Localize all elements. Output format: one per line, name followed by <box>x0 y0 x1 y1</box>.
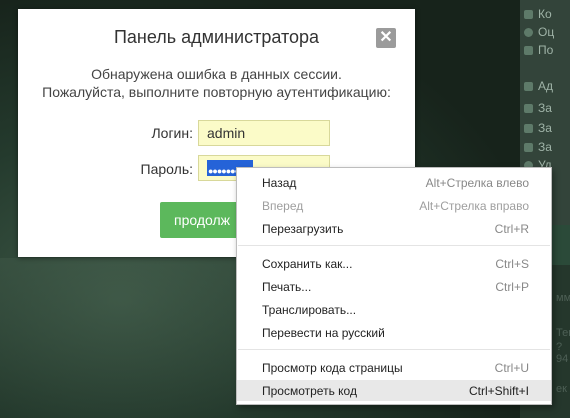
menu-item-back[interactable]: Назад Alt+Стрелка влево <box>237 172 551 193</box>
sidebar-item-6: За <box>524 119 552 137</box>
background-text-fragment: ?94 <box>556 341 569 365</box>
menu-item-shortcut: Ctrl+Shift+I <box>468 384 529 398</box>
background-text-fragment: ек <box>556 383 567 395</box>
login-field[interactable]: admin <box>198 120 330 146</box>
menu-separator <box>238 349 550 350</box>
modal-title: Панель администратора <box>113 27 320 47</box>
menu-item-label: Печать... <box>262 280 312 294</box>
menu-item-view-source[interactable]: Просмотр кода страницы Ctrl+U <box>237 357 551 378</box>
menu-item-label: Просмотр кода страницы <box>262 361 403 375</box>
lock-icon <box>524 142 533 152</box>
menu-item-print[interactable]: Печать... Ctrl+P <box>237 276 551 297</box>
context-menu: Назад Alt+Стрелка влево Вперед Alt+Стрел… <box>236 167 552 405</box>
background-text-fragment: ммь <box>556 292 570 304</box>
message-line: Обнаружена ошибка в данных сессии. <box>91 66 342 82</box>
menu-item-forward[interactable]: Вперед Alt+Стрелка вправо <box>237 195 551 216</box>
shield-icon <box>524 81 533 91</box>
sidebar-item-7: За <box>524 138 552 156</box>
menu-item-save-as[interactable]: Сохранить как... Ctrl+S <box>237 253 551 274</box>
menu-item-label: Перевести на русский <box>262 326 385 340</box>
menu-item-translate[interactable]: Перевести на русский <box>237 322 551 343</box>
password-label: Пароль: <box>140 161 193 177</box>
menu-item-shortcut: Alt+Стрелка влево <box>425 176 529 190</box>
sidebar-item-5: За <box>524 99 552 117</box>
menu-item-inspect[interactable]: Просмотреть код Ctrl+Shift+I <box>237 380 551 401</box>
lock-icon <box>524 123 533 133</box>
menu-item-label: Вперед <box>262 199 304 213</box>
sidebar-item-4: Ад <box>524 77 553 95</box>
menu-item-shortcut: Ctrl+P <box>495 280 529 294</box>
lock-icon <box>524 103 533 113</box>
message-line: Пожалуйста, выполните повторную аутентиф… <box>42 84 391 100</box>
menu-separator <box>238 245 550 246</box>
menu-item-label: Просмотреть код <box>262 384 357 398</box>
menu-item-cast[interactable]: Транслировать... <box>237 299 551 320</box>
menu-item-label: Сохранить как... <box>262 257 353 271</box>
list-icon <box>524 9 533 19</box>
menu-item-shortcut: Ctrl+R <box>494 222 529 236</box>
sidebar-item-1: Ко <box>524 5 552 23</box>
menu-item-label: Транслировать... <box>262 303 357 317</box>
sidebar-item-2: Оц <box>524 23 554 41</box>
modal-message: Обнаружена ошибка в данных сессии. Пожал… <box>18 65 415 101</box>
info-icon <box>524 27 533 37</box>
menu-item-label: Перезагрузить <box>262 222 344 236</box>
menu-item-shortcut: Alt+Стрелка вправо <box>419 199 529 213</box>
menu-item-shortcut: Ctrl+S <box>495 257 529 271</box>
menu-item-reload[interactable]: Перезагрузить Ctrl+R <box>237 218 551 239</box>
menu-item-label: Назад <box>262 176 297 190</box>
sidebar-item-3: По <box>524 41 553 59</box>
close-icon[interactable]: ✕ <box>376 28 396 48</box>
background-text-fragment: Тек <box>556 327 570 339</box>
login-label: Логин: <box>151 125 193 141</box>
menu-item-shortcut: Ctrl+U <box>494 361 529 375</box>
user-icon <box>524 45 533 55</box>
